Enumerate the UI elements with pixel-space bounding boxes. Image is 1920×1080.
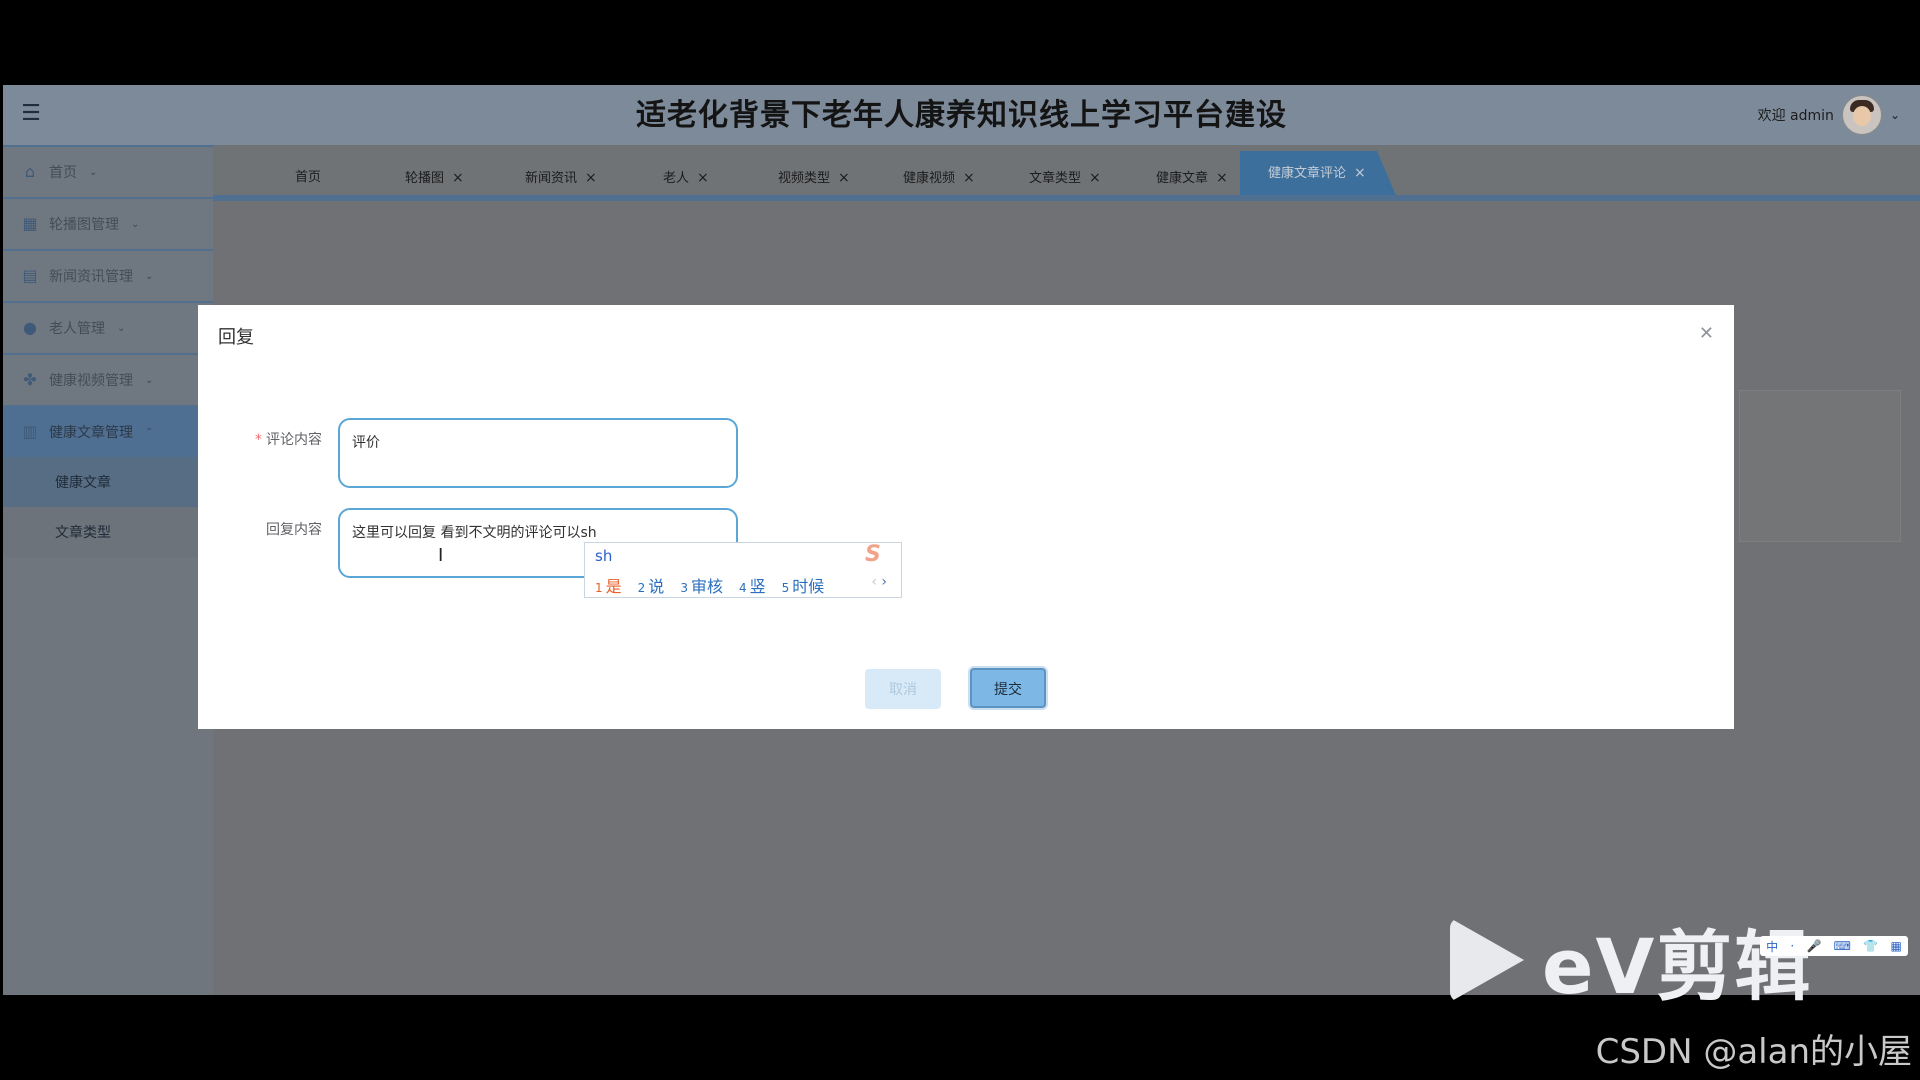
ime-candidate[interactable]: 1是: [595, 573, 622, 597]
chevron-down-icon: ⌄: [145, 270, 154, 282]
app-title: 适老化背景下老年人康养知识线上学习平台建设: [636, 98, 1287, 133]
welcome-text: 欢迎 admin: [1757, 108, 1834, 124]
tab-news[interactable]: 新闻资讯 ×: [525, 163, 597, 193]
close-icon[interactable]: ×: [1354, 165, 1366, 181]
ev-watermark: eV剪辑: [1450, 905, 1812, 1015]
sidebar-item-label: 首页: [49, 165, 77, 181]
chevron-down-icon: ⌄: [131, 218, 140, 230]
tab-label: 健康文章评论: [1268, 166, 1347, 181]
keyboard-icon[interactable]: ⌨: [1834, 939, 1851, 953]
ime-input-text: sh: [595, 547, 613, 565]
sidebar-item-article[interactable]: ▥ 健康文章管理 ⌃: [3, 405, 213, 457]
close-icon[interactable]: ×: [838, 170, 850, 186]
sidebar-item-news[interactable]: ▤ 新闻资讯管理 ⌄: [3, 249, 213, 301]
play-icon: [1450, 918, 1524, 1002]
chevron-down-icon: ⌄: [89, 166, 98, 178]
tab-home[interactable]: 首页: [295, 163, 321, 193]
ime-toolbar[interactable]: 中 · 🎤 ⌨ 👕 ▦: [1760, 936, 1908, 956]
cancel-button[interactable]: 取消: [865, 669, 941, 709]
tab-health-article[interactable]: 健康文章 ×: [1156, 163, 1228, 193]
sidebar-item-video[interactable]: ✤ 健康视频管理 ⌄: [3, 353, 213, 405]
user-icon: ●: [23, 318, 37, 337]
tab-article-type[interactable]: 文章类型 ×: [1029, 163, 1101, 193]
chevron-down-icon: ⌄: [117, 322, 126, 334]
tab-label: 视频类型: [778, 171, 831, 186]
sogou-logo-icon: S: [865, 542, 881, 567]
tab-article-comment[interactable]: 健康文章评论 ×: [1240, 151, 1396, 195]
chevron-down-icon[interactable]: ⌄: [1890, 108, 1900, 122]
submit-button[interactable]: 提交: [970, 668, 1046, 708]
sidebar-item-label: 健康文章管理: [49, 425, 133, 441]
tab-video-type[interactable]: 视频类型 ×: [778, 163, 850, 193]
close-icon[interactable]: ×: [585, 170, 597, 186]
content-card: [1739, 390, 1901, 542]
tabs-bar: 首页 轮播图 × 新闻资讯 × 老人 × 视频类型 × 健康视频 × 文章类型 × 健康文章…: [213, 145, 1920, 201]
chevron-left-icon[interactable]: ‹: [871, 574, 877, 590]
close-icon[interactable]: ×: [697, 170, 709, 186]
sidebar: ⌂ 首页 ⌄ ▦ 轮播图管理 ⌄ ▤ 新闻资讯管理 ⌄ ● 老人管理 ⌄ ✤ 健…: [3, 145, 213, 995]
comment-textarea[interactable]: 评价: [338, 418, 738, 488]
ev-watermark-text: eV剪辑: [1542, 922, 1813, 1011]
ime-candidates: 1是 2说 3 审核 4竖 5 时候: [595, 573, 824, 597]
chevron-down-icon: ⌄: [145, 374, 154, 386]
tab-health-video[interactable]: 健康视频 ×: [903, 163, 975, 193]
tab-label: 健康文章: [1156, 171, 1209, 186]
tab-label: 新闻资讯: [525, 171, 578, 186]
reply-dialog: 回复 ✕ * 评论内容 评价 回复内容 这里可以回复 看到不文明的评论可以sh I…: [198, 305, 1734, 729]
close-icon[interactable]: ×: [452, 170, 464, 186]
microphone-icon[interactable]: 🎤: [1806, 939, 1821, 953]
ime-candidate[interactable]: 4竖: [739, 573, 766, 597]
sidebar-item-home[interactable]: ⌂ 首页 ⌄: [3, 145, 213, 197]
close-icon[interactable]: ×: [1216, 170, 1228, 186]
app-window: ☰ 适老化背景下老年人康养知识线上学习平台建设 欢迎 admin ⌄ ⌂ 首页 …: [3, 85, 1920, 995]
sidebar-item-label: 健康视频管理: [49, 373, 133, 389]
shop-icon: ▤: [22, 266, 38, 285]
sidebar-item-label: 老人管理: [49, 321, 105, 337]
ime-candidate[interactable]: 5 时候: [782, 573, 825, 597]
sidebar-item-carousel[interactable]: ▦ 轮播图管理 ⌄: [3, 197, 213, 249]
ime-page-arrows[interactable]: ‹ ›: [871, 574, 887, 590]
avatar[interactable]: [1841, 95, 1882, 135]
chevron-right-icon[interactable]: ›: [881, 574, 887, 590]
reply-label: 回复内容: [266, 522, 322, 538]
close-icon[interactable]: ×: [1089, 170, 1101, 186]
close-icon[interactable]: ✕: [1699, 323, 1714, 344]
sidebar-subitem-article-type[interactable]: 文章类型: [3, 507, 213, 557]
sidebar-subitem-article[interactable]: 健康文章: [3, 457, 213, 507]
skin-icon[interactable]: 👕: [1863, 939, 1878, 953]
ime-candidate-panel[interactable]: sh S 1是 2说 3 审核 4竖 5 时候 ‹ ›: [584, 542, 902, 598]
punctuation-icon[interactable]: ·: [1790, 939, 1794, 953]
tab-carousel[interactable]: 轮播图 ×: [405, 163, 464, 193]
grid-icon: ✤: [23, 370, 37, 389]
tab-label: 健康视频: [903, 171, 956, 186]
tab-elderly[interactable]: 老人 ×: [663, 163, 709, 193]
user-area[interactable]: 欢迎 admin ⌄: [1758, 93, 1900, 137]
sidebar-item-elderly[interactable]: ● 老人管理 ⌄: [3, 301, 213, 353]
chevron-up-icon: ⌃: [145, 426, 154, 438]
ime-mode-icon[interactable]: 中: [1766, 938, 1778, 955]
tab-label: 首页: [295, 170, 322, 185]
text-cursor-icon: I: [438, 545, 444, 566]
toolbox-icon[interactable]: ▦: [1890, 939, 1901, 953]
csdn-watermark: CSDN @alan的小屋: [1595, 1032, 1912, 1072]
comment-label-text: 评论内容: [266, 432, 322, 448]
ime-candidate[interactable]: 3 审核: [680, 573, 723, 597]
tab-label: 文章类型: [1029, 171, 1082, 186]
sidebar-item-label: 轮播图管理: [49, 217, 119, 233]
calendar-icon: ▦: [22, 214, 38, 233]
table-icon: ▥: [22, 422, 38, 441]
home-icon: ⌂: [24, 162, 36, 181]
app-header: ☰ 适老化背景下老年人康养知识线上学习平台建设 欢迎 admin ⌄: [3, 85, 1920, 145]
comment-label: * 评论内容: [255, 432, 322, 448]
tab-label: 老人: [663, 171, 690, 186]
close-icon[interactable]: ×: [963, 170, 975, 186]
ime-candidate[interactable]: 2说: [638, 573, 665, 597]
tab-label: 轮播图: [405, 171, 445, 186]
sidebar-item-label: 新闻资讯管理: [49, 269, 133, 285]
dialog-title: 回复: [218, 327, 254, 348]
